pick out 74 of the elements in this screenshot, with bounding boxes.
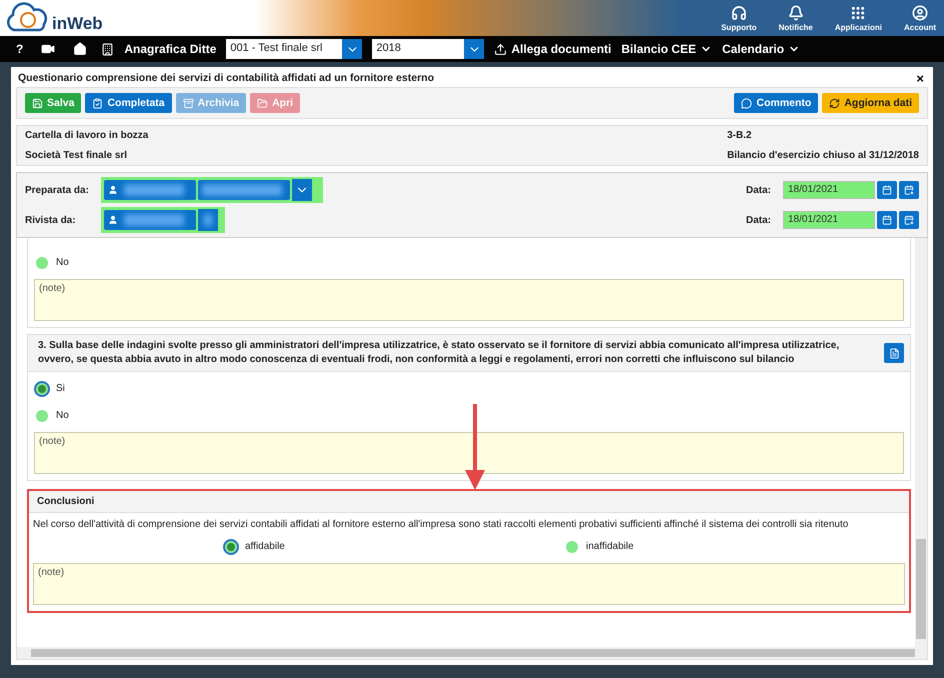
calendar-icon — [882, 185, 892, 195]
option-label: No — [56, 257, 69, 268]
archive-icon — [182, 98, 194, 108]
note-field[interactable]: (note) — [33, 563, 905, 605]
dialog-title: Questionario comprensione dei servizi di contabilità affidati ad un fornitore esterno — [18, 72, 434, 84]
header-action[interactable]: Applicazioni — [834, 4, 882, 32]
calendar-add-button[interactable] — [899, 211, 919, 229]
nav-link[interactable]: Calendario — [722, 42, 800, 56]
close-button[interactable]: × — [914, 70, 926, 86]
year-select[interactable]: 2018 — [372, 39, 484, 59]
date-field[interactable]: 18/01/2021 — [783, 181, 875, 199]
toolbar-button[interactable]: Commento — [734, 93, 818, 113]
question-text: 3. Sulla base delle indagini svolte presso gli amministratori dell'impresa utilizzatrice, è stato osservato se il fornitore di servizi abbia comunicato all'impresa utilizzatrice, ovvero, se questa abbia avuto in altro modo conoscenza di eventuali frodi, non conformità a leggi e regolamenti, errori non corretti che influiscono sul bilancio — [38, 339, 840, 367]
date-field[interactable]: 18/01/2021 — [783, 211, 875, 229]
blurred-name — [204, 214, 212, 226]
calendar-plus-icon — [904, 185, 914, 195]
date-label: Data: — [746, 214, 771, 226]
header-action[interactable]: Supporto — [721, 4, 757, 32]
user-icon — [108, 185, 118, 195]
radio-button[interactable] — [36, 410, 48, 422]
period-text: Bilancio d'esercizio chiuso al 31/12/2018 — [727, 150, 919, 161]
conclusion-title: Conclusioni — [37, 496, 94, 507]
building-icon — [101, 42, 114, 56]
header-action[interactable]: Notifiche — [778, 4, 813, 32]
vertical-scrollbar[interactable] — [915, 238, 927, 647]
calendar-icon — [882, 215, 892, 225]
apps-icon — [850, 4, 866, 20]
radio-button[interactable] — [36, 382, 48, 394]
refresh-icon — [829, 98, 840, 108]
blurred-name — [124, 184, 184, 196]
status-text: Cartella di lavoro in bozza — [25, 130, 150, 141]
notifications-icon — [788, 4, 804, 20]
document-button[interactable] — [884, 343, 904, 363]
company-select[interactable]: 001 - Test finale srl — [226, 39, 362, 59]
note-field[interactable]: (note) — [34, 279, 904, 321]
option-label: No — [56, 410, 69, 421]
company-text: Società Test finale srl — [25, 150, 128, 161]
header-action[interactable]: Account — [904, 4, 936, 32]
account-icon — [912, 4, 928, 20]
nav-label: Anagrafica Ditte — [124, 42, 216, 56]
radio-button[interactable] — [36, 256, 48, 268]
calendar-button[interactable] — [877, 181, 897, 199]
calendar-button[interactable] — [877, 211, 897, 229]
toolbar-button[interactable]: Aggiorna dati — [822, 93, 919, 113]
conclusion-text: Nel corso dell'attività di comprensione dei servizi contabili affidati al fornitore esterno all'impresa sono stati raccolti elementi probativi sufficienti affinché il sistema dei controlli sia ritenuto — [33, 519, 850, 530]
home-icon[interactable] — [73, 42, 88, 56]
date-label: Data: — [746, 184, 771, 196]
horizontal-scrollbar[interactable] — [17, 647, 927, 659]
help-link[interactable]: ? — [12, 42, 28, 56]
nav-link[interactable]: Bilancio CEE — [621, 42, 712, 56]
code-text: 3-B.2 — [727, 130, 753, 141]
blurred-name — [124, 214, 184, 226]
video-icon[interactable] — [41, 42, 56, 56]
comment-icon — [741, 98, 752, 108]
signoff-label: Rivista da: — [25, 214, 77, 226]
note-field[interactable]: (note) — [34, 432, 904, 474]
option-label: Si — [56, 383, 65, 394]
user-picker[interactable] — [101, 177, 323, 203]
user-picker[interactable] — [101, 207, 225, 233]
radio-button[interactable] — [225, 540, 237, 552]
cloud-logo-icon — [4, 2, 50, 34]
logo-text: inWeb — [52, 14, 103, 34]
nav-link[interactable]: Allega documenti — [494, 42, 612, 56]
signoff-label: Preparata da: — [25, 184, 90, 196]
calendar-add-button[interactable] — [899, 181, 919, 199]
document-icon — [888, 348, 900, 358]
toolbar-button[interactable]: Completata — [85, 93, 172, 113]
option-label: affidabile — [245, 541, 285, 552]
upload-icon — [494, 42, 508, 56]
option-label: inaffidabile — [586, 541, 634, 552]
save-icon — [32, 98, 43, 108]
user-icon — [108, 215, 118, 225]
calendar-plus-icon — [904, 215, 914, 225]
radio-button[interactable] — [566, 540, 578, 552]
